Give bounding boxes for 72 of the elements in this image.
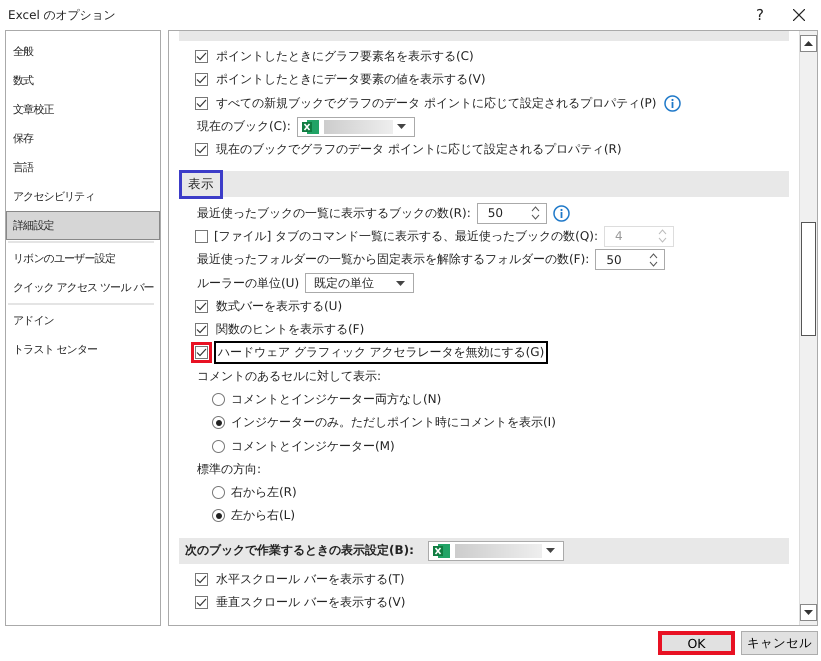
sidebar-item[interactable]: 詳細設定 (6, 211, 160, 240)
sidebar-item[interactable]: アクセシビリティ (6, 182, 160, 211)
close-icon[interactable] (793, 9, 805, 21)
unit-dropdown[interactable]: 既定の単位 (305, 273, 414, 294)
checkbox[interactable] (195, 50, 208, 64)
option-label: 垂直スクロール バーを表示する(V) (215, 594, 406, 612)
caret-icon (546, 548, 555, 554)
dialog-button[interactable]: OK (658, 631, 735, 655)
checkbox[interactable] (195, 572, 208, 586)
spreadsheet-icon (302, 118, 320, 135)
group-label: コメントのあるセルに対して表示: (197, 368, 382, 385)
caret-icon (396, 280, 406, 286)
field-label: ルーラーの単位(U) (197, 274, 300, 292)
number-spinner[interactable]: 50 (476, 202, 547, 224)
sidebar-item[interactable]: アドイン (6, 306, 160, 335)
section-title: 次のブックで作業するときの表示設定(B): (184, 542, 414, 560)
option-label: ポイントしたときにデータ要素の値を表示する(V) (215, 71, 487, 88)
option-label: 関数のヒントを表示する(F) (215, 321, 366, 338)
option-label: すべての新規ブックでグラフのデータ ポイントに応じて設定されるプロパティ(P) (215, 94, 658, 112)
info-icon[interactable] (552, 204, 570, 222)
spin-arrows-icon[interactable] (530, 205, 540, 222)
workbook-dropdown[interactable] (428, 540, 564, 561)
sidebar-item[interactable]: トラスト センター (6, 335, 160, 364)
number-spinner[interactable]: 50 (595, 249, 666, 270)
spin-arrows-icon[interactable] (649, 252, 658, 268)
option-label: ポイントしたときにグラフ要素名を表示する(C) (215, 48, 475, 66)
sidebar-item[interactable]: 文章校正 (6, 95, 160, 124)
checkbox[interactable] (195, 143, 208, 156)
sidebar-item[interactable]: 言語 (6, 153, 160, 182)
field-label: 最近使ったフォルダーの一覧から固定表示を解除するフォルダーの数(F): (197, 251, 590, 268)
checkbox[interactable] (195, 346, 208, 360)
checkbox[interactable] (195, 73, 208, 86)
scroll-down-icon[interactable] (800, 604, 817, 621)
sidebar-item[interactable]: リボンのユーザー設定 (6, 244, 160, 273)
option-label: 数式バーを表示する(U) (215, 298, 344, 315)
spreadsheet-icon (432, 542, 451, 559)
caret-icon (396, 124, 406, 130)
checkbox[interactable] (195, 596, 208, 610)
info-icon[interactable] (664, 94, 682, 112)
workbook-dropdown[interactable] (296, 116, 415, 137)
field-label: [ファイル] タブのコマンド一覧に表示する、最近使ったブックの数(Q): (214, 228, 598, 245)
radio-button[interactable] (212, 440, 225, 453)
checkbox[interactable] (195, 323, 208, 336)
option-label: 現在のブックでグラフのデータ ポイントに応じて設定されるプロパティ(R) (215, 141, 623, 158)
sidebar-item[interactable]: 全般 (6, 37, 160, 66)
scroll-up-icon[interactable] (800, 35, 817, 52)
option-label: 水平スクロール バーを表示する(T) (215, 570, 406, 588)
option-label: 左から右(L) (231, 507, 296, 524)
field-label: 現在のブック(C): (197, 118, 291, 136)
option-label: コメントとインジケーター両方なし(N) (231, 391, 442, 408)
blurred-name (324, 120, 393, 134)
radio-button[interactable] (212, 509, 225, 522)
option-label: インジケーターのみ。ただしポイント時にコメントを表示(I) (231, 414, 556, 432)
scroll-thumb[interactable] (801, 222, 816, 336)
dialog-button[interactable]: キャンセル (741, 631, 818, 655)
checkbox[interactable] (195, 300, 208, 313)
section-title: 表示 (179, 170, 223, 199)
sidebar-item[interactable]: クイック アクセス ツール バー (6, 273, 160, 302)
radio-button[interactable] (212, 486, 225, 500)
group-label: 標準の方向: (197, 460, 262, 478)
window-title: Excel のオプション (8, 6, 117, 24)
checkbox[interactable] (195, 96, 208, 110)
option-label: 右から左(R) (231, 484, 297, 502)
radio-button[interactable] (212, 393, 225, 406)
sidebar-item[interactable]: 数式 (6, 66, 160, 95)
option-label: コメントとインジケーター(M) (231, 438, 395, 455)
field-label: 最近使ったブックの一覧に表示するブックの数(R): (197, 204, 471, 222)
scrollbar[interactable] (799, 31, 817, 625)
radio-button[interactable] (212, 416, 225, 430)
sidebar-item[interactable]: 保存 (6, 124, 160, 153)
help-button[interactable]: ? (737, 6, 783, 24)
option-label: ハードウェア グラフィック アクセラレータを無効にする(G) (214, 341, 548, 364)
